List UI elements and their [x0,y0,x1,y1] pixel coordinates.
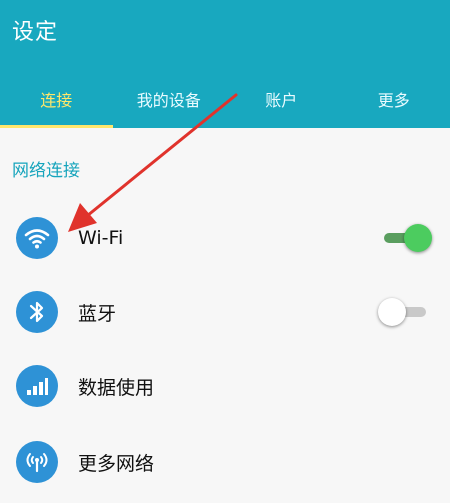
bluetooth-icon [16,291,58,333]
section-title-network: 网络连接 [12,161,80,181]
list-item-bluetooth[interactable]: 蓝牙 [0,280,450,344]
app-header: 设定 连接 我的设备 账户 更多 [0,0,450,128]
data-usage-icon [16,365,58,407]
wifi-icon [16,217,58,259]
tab-my-device[interactable]: 我的设备 [113,70,226,128]
tab-connections[interactable]: 连接 [0,70,113,128]
tab-more[interactable]: 更多 [338,70,450,128]
wifi-toggle[interactable] [382,223,432,253]
bluetooth-toggle-knob [378,298,406,326]
list-item-more-networks[interactable]: 更多网络 [0,430,450,494]
tab-bar: 连接 我的设备 账户 更多 [0,70,450,128]
wifi-label: Wi-Fi [78,227,124,249]
tab-accounts[interactable]: 账户 [225,70,338,128]
bluetooth-toggle[interactable] [378,297,428,327]
more-networks-label: 更多网络 [78,452,155,475]
page-title: 设定 [12,20,59,45]
list-item-data-usage[interactable]: 数据使用 [0,354,450,418]
list-item-wifi[interactable]: Wi-Fi [0,206,450,270]
bluetooth-label: 蓝牙 [78,302,117,325]
data-usage-label: 数据使用 [78,376,155,399]
wifi-toggle-knob [404,224,432,252]
more-networks-icon [16,441,58,483]
